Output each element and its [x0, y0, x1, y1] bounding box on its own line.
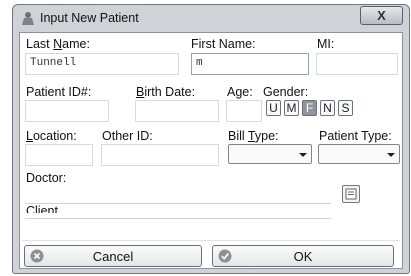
age-label: Age:: [227, 85, 253, 99]
button-separator: [22, 240, 400, 241]
last-name-field[interactable]: Tunnell: [25, 53, 179, 75]
gender-option-m[interactable]: M: [284, 100, 299, 116]
chevron-down-icon: [299, 153, 307, 157]
mi-field[interactable]: [316, 53, 398, 75]
other-id-label: Other ID:: [102, 129, 153, 143]
cancel-label: Cancel: [92, 249, 134, 264]
other-id-field[interactable]: [101, 144, 219, 166]
ok-label: OK: [293, 249, 313, 264]
input-new-patient-window: Input New Patient X Last Name: Tunnell F…: [12, 4, 410, 274]
gender-option-s[interactable]: S: [338, 100, 353, 116]
window-title: Input New Patient: [40, 11, 139, 25]
gender-option-n[interactable]: N: [320, 100, 335, 116]
gender-label: Gender:: [263, 85, 309, 99]
mi-label: MI:: [317, 37, 335, 51]
birth-date-field[interactable]: [135, 100, 219, 122]
title-bar: Input New Patient X: [13, 5, 409, 32]
last-name-label: Last Name:: [26, 37, 90, 51]
doctor-underline: [25, 203, 331, 204]
patient-id-field[interactable]: [25, 100, 109, 122]
birth-date-label: Birth Date:: [136, 85, 196, 99]
patient-icon: [22, 12, 34, 25]
close-button[interactable]: X: [360, 6, 403, 25]
patient-type-label: Patient Type:: [319, 129, 392, 143]
location-label: Location:: [26, 129, 77, 143]
patient-type-dropdown[interactable]: [318, 144, 400, 164]
patient-id-label: Patient ID#:: [26, 85, 92, 99]
notes-icon: [345, 188, 357, 200]
client-underline: [25, 218, 331, 219]
notes-button[interactable]: [342, 185, 360, 203]
form-area: Last Name: Tunnell First Name: m MI: Pat…: [19, 32, 403, 269]
doctor-field[interactable]: [25, 183, 331, 203]
age-field[interactable]: [226, 100, 262, 122]
gender-option-f[interactable]: F: [302, 100, 317, 116]
bill-type-label: Bill Type:: [228, 129, 279, 143]
bill-type-dropdown[interactable]: [228, 144, 312, 164]
first-name-label: First Name:: [191, 37, 256, 51]
chevron-down-icon: [387, 153, 395, 157]
location-field[interactable]: [25, 144, 93, 166]
first-name-field[interactable]: m: [191, 53, 309, 75]
close-icon: X: [377, 8, 386, 23]
cancel-button[interactable]: Cancel: [24, 245, 202, 267]
gender-option-u[interactable]: U: [266, 100, 281, 116]
client-field[interactable]: [25, 213, 331, 231]
ok-button[interactable]: OK: [212, 245, 394, 267]
